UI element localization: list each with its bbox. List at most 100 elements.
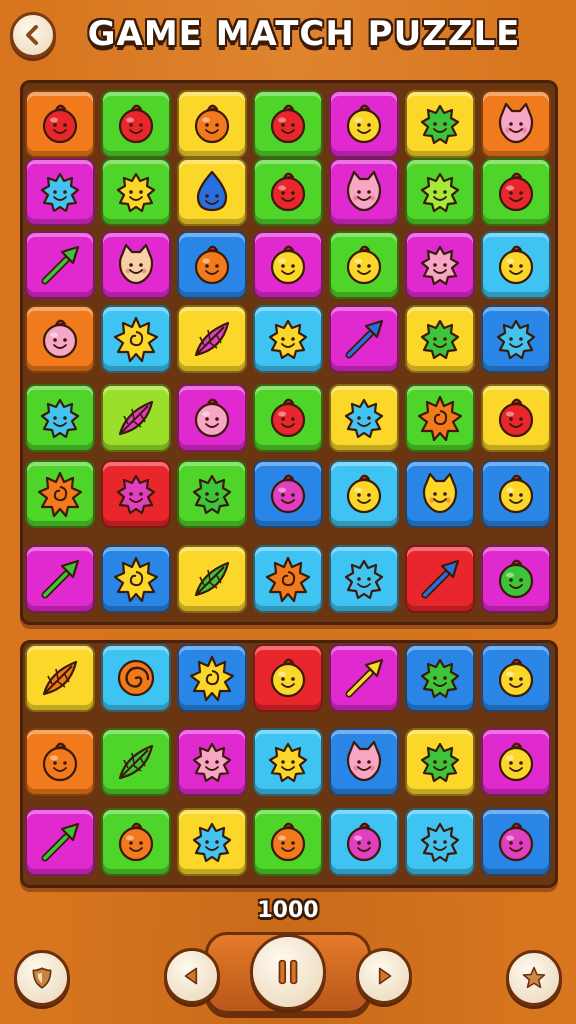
game-tile[interactable]: [481, 90, 551, 158]
game-tile[interactable]: [177, 728, 247, 796]
game-tile[interactable]: [481, 384, 551, 452]
game-tile[interactable]: [177, 460, 247, 528]
game-tile[interactable]: [253, 545, 323, 613]
game-tile[interactable]: [25, 460, 95, 528]
game-tile[interactable]: [101, 460, 171, 528]
spiky-green-icon: [192, 474, 232, 515]
game-tile[interactable]: [25, 644, 95, 712]
game-tile[interactable]: [101, 158, 171, 226]
game-tile[interactable]: [177, 644, 247, 712]
game-tile[interactable]: [101, 231, 171, 299]
game-tile[interactable]: [405, 231, 475, 299]
game-tile[interactable]: [253, 728, 323, 796]
leaf-orange-icon: [42, 660, 78, 696]
blob-orange-icon: [118, 822, 154, 862]
pause-icon: [278, 959, 298, 985]
game-tile[interactable]: [329, 90, 399, 158]
arrow-yellow-icon: [345, 658, 384, 698]
game-tile[interactable]: [25, 384, 95, 452]
game-tile[interactable]: [253, 231, 323, 299]
blob-yellow-icon: [498, 658, 534, 698]
game-tile[interactable]: [177, 808, 247, 876]
game-tile[interactable]: [405, 384, 475, 452]
game-tile[interactable]: [329, 158, 399, 226]
game-tile[interactable]: [329, 384, 399, 452]
game-tile[interactable]: [25, 305, 95, 373]
game-tile[interactable]: [253, 644, 323, 712]
spiky-green-icon: [420, 658, 460, 699]
game-tile[interactable]: [177, 158, 247, 226]
game-tile[interactable]: [253, 305, 323, 373]
spiky-pink-icon: [192, 742, 232, 783]
arrow-green-icon: [41, 245, 80, 285]
game-tile[interactable]: [405, 90, 475, 158]
game-tile[interactable]: [253, 90, 323, 158]
shield-button[interactable]: [14, 950, 70, 1006]
game-tile[interactable]: [101, 808, 171, 876]
game-tile[interactable]: [405, 808, 475, 876]
spiky-green-icon: [420, 319, 460, 360]
game-tile[interactable]: [177, 384, 247, 452]
game-tile[interactable]: [405, 644, 475, 712]
game-tile[interactable]: [329, 460, 399, 528]
game-tile[interactable]: [481, 460, 551, 528]
game-tile[interactable]: [101, 545, 171, 613]
star-button[interactable]: [506, 950, 562, 1006]
game-tile[interactable]: [253, 384, 323, 452]
game-tile[interactable]: [101, 384, 171, 452]
game-tile[interactable]: [329, 305, 399, 373]
game-tile[interactable]: [253, 460, 323, 528]
game-tile[interactable]: [25, 545, 95, 613]
arrow-blue-icon: [345, 319, 384, 359]
next-button[interactable]: [356, 948, 412, 1004]
blob-magenta-icon: [498, 822, 534, 862]
cat-peach-icon: [118, 243, 154, 285]
cat-pink-icon: [346, 170, 382, 212]
arrow-blue-icon: [421, 559, 460, 599]
game-tile[interactable]: [177, 90, 247, 158]
game-tile[interactable]: [101, 90, 171, 158]
spiky-green-icon: [420, 104, 460, 145]
game-tile[interactable]: [481, 728, 551, 796]
game-tile[interactable]: [25, 808, 95, 876]
game-tile[interactable]: [101, 644, 171, 712]
game-tile[interactable]: [481, 808, 551, 876]
game-tile[interactable]: [329, 728, 399, 796]
game-tile[interactable]: [329, 231, 399, 299]
game-tile[interactable]: [329, 644, 399, 712]
blob-pink-icon: [194, 398, 230, 438]
game-tile[interactable]: [405, 460, 475, 528]
drop-blue-icon: [196, 170, 228, 212]
game-tile[interactable]: [405, 545, 475, 613]
game-tile[interactable]: [481, 305, 551, 373]
game-tile[interactable]: [101, 305, 171, 373]
game-tile[interactable]: [25, 90, 95, 158]
cat-yellow-icon: [422, 472, 458, 514]
game-tile[interactable]: [481, 158, 551, 226]
game-tile[interactable]: [481, 545, 551, 613]
game-tile[interactable]: [481, 644, 551, 712]
game-tile[interactable]: [25, 231, 95, 299]
back-button[interactable]: [10, 12, 56, 58]
leaf-green-icon: [194, 561, 230, 597]
game-tile[interactable]: [177, 305, 247, 373]
game-tile[interactable]: [329, 545, 399, 613]
game-tile[interactable]: [405, 305, 475, 373]
game-tile[interactable]: [177, 231, 247, 299]
game-tile[interactable]: [177, 545, 247, 613]
blob-green-icon: [498, 559, 534, 599]
game-tile[interactable]: [25, 158, 95, 226]
previous-button[interactable]: [164, 948, 220, 1004]
pause-button[interactable]: [250, 934, 326, 1010]
spiky-cyan-icon: [40, 398, 80, 439]
game-tile[interactable]: [25, 728, 95, 796]
game-tile[interactable]: [253, 808, 323, 876]
game-tile[interactable]: [329, 808, 399, 876]
game-tile[interactable]: [405, 728, 475, 796]
blob-yellow-icon: [498, 245, 534, 285]
game-tile[interactable]: [253, 158, 323, 226]
blob-orange-icon: [194, 245, 230, 285]
game-tile[interactable]: [101, 728, 171, 796]
game-tile[interactable]: [405, 158, 475, 226]
game-tile[interactable]: [481, 231, 551, 299]
